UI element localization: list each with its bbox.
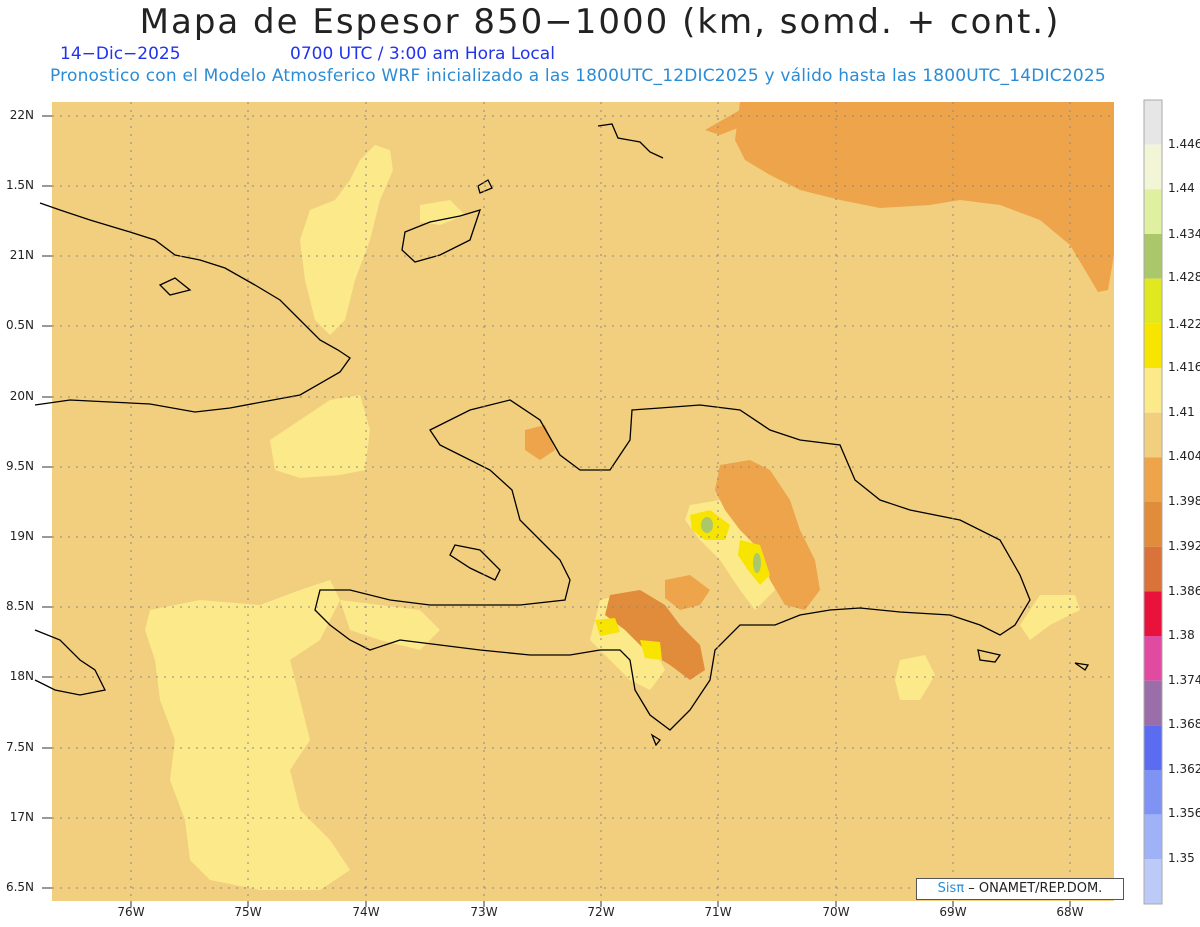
forecast-time: 0700 UTC / 3:00 am Hora Local — [290, 44, 555, 64]
lat-label: 9.5N — [5, 459, 34, 473]
colorbar-label: 1.38 — [1168, 628, 1195, 642]
colorbar-label: 1.356 — [1168, 806, 1200, 820]
colorbar-segment — [1144, 144, 1162, 190]
lat-label: 0.5N — [5, 318, 34, 332]
colorbar-label: 1.374 — [1168, 673, 1200, 687]
credit-org: – ONAMET/REP.DOM. — [968, 881, 1103, 896]
lon-label: 71W — [704, 905, 732, 919]
lon-label: 73W — [470, 905, 498, 919]
colorbar-segment — [1144, 100, 1162, 145]
colorbar-label: 1.386 — [1168, 584, 1200, 598]
colorbar-segment — [1144, 234, 1162, 279]
colorbar-segment — [1144, 502, 1162, 547]
colorbar-label: 1.446 — [1168, 137, 1200, 151]
colorbar-segment — [1144, 323, 1162, 368]
colorbar-label: 1.41 — [1168, 405, 1195, 419]
lon-label: 74W — [352, 905, 380, 919]
lat-label: 7.5N — [5, 740, 34, 754]
forecast-subtitle: Pronostico con el Modelo Atmosferico WRF… — [50, 66, 1106, 86]
colorbar-segment — [1144, 725, 1162, 770]
lon-label: 70W — [822, 905, 850, 919]
lat-label: 21N — [9, 248, 34, 262]
colorbar-segment — [1144, 278, 1162, 324]
colorbar-label: 1.428 — [1168, 270, 1200, 284]
colorbar-segment — [1144, 680, 1162, 726]
lon-label: 75W — [234, 905, 262, 919]
lat-label: 20N — [9, 389, 34, 403]
lon-label: 72W — [587, 905, 615, 919]
colorbar-label: 1.398 — [1168, 494, 1200, 508]
lon-label: 76W — [117, 905, 145, 919]
colorbar-label: 1.44 — [1168, 181, 1195, 195]
colorbar — [1143, 99, 1163, 905]
colorbar-segment — [1144, 546, 1162, 592]
colorbar-segment — [1144, 636, 1162, 681]
colorbar-segment — [1144, 814, 1162, 860]
colorbar-label: 1.35 — [1168, 851, 1195, 865]
forecast-date: 14−Dic−2025 — [60, 44, 181, 64]
map-title: Mapa de Espesor 850−1000 (km, somd. + co… — [139, 2, 1061, 42]
colorbar-label: 1.422 — [1168, 317, 1200, 331]
colorbar-segment — [1144, 770, 1162, 815]
lat-label: 22N — [9, 108, 34, 122]
colorbar-label: 1.416 — [1168, 360, 1200, 374]
lon-label: 68W — [1056, 905, 1084, 919]
colorbar-segment — [1144, 859, 1162, 904]
credit-box: Sisπ – ONAMET/REP.DOM. — [916, 878, 1124, 900]
lat-label: 17N — [9, 810, 34, 824]
credit-pi: π — [956, 881, 965, 896]
colorbar-label: 1.368 — [1168, 717, 1200, 731]
region-green-peak-2 — [753, 553, 761, 573]
colorbar-segment — [1144, 189, 1162, 234]
colorbar-segment — [1144, 368, 1162, 413]
colorbar-segment — [1144, 457, 1162, 502]
colorbar-label: 1.362 — [1168, 762, 1200, 776]
lat-label: 8.5N — [5, 599, 34, 613]
lat-label: 6.5N — [5, 880, 34, 894]
credit-sis: Sis — [937, 881, 957, 896]
lat-label: 1.5N — [5, 178, 34, 192]
colorbar-label: 1.404 — [1168, 449, 1200, 463]
colorbar-segment — [1144, 412, 1162, 458]
colorbar-label: 1.434 — [1168, 227, 1200, 241]
lon-label: 69W — [939, 905, 967, 919]
lat-label: 19N — [9, 529, 34, 543]
lat-label: 18N — [9, 669, 34, 683]
region-green-peak-1 — [701, 517, 713, 533]
colorbar-segment — [1144, 591, 1162, 636]
thickness-map — [34, 99, 1163, 907]
colorbar-label: 1.392 — [1168, 539, 1200, 553]
